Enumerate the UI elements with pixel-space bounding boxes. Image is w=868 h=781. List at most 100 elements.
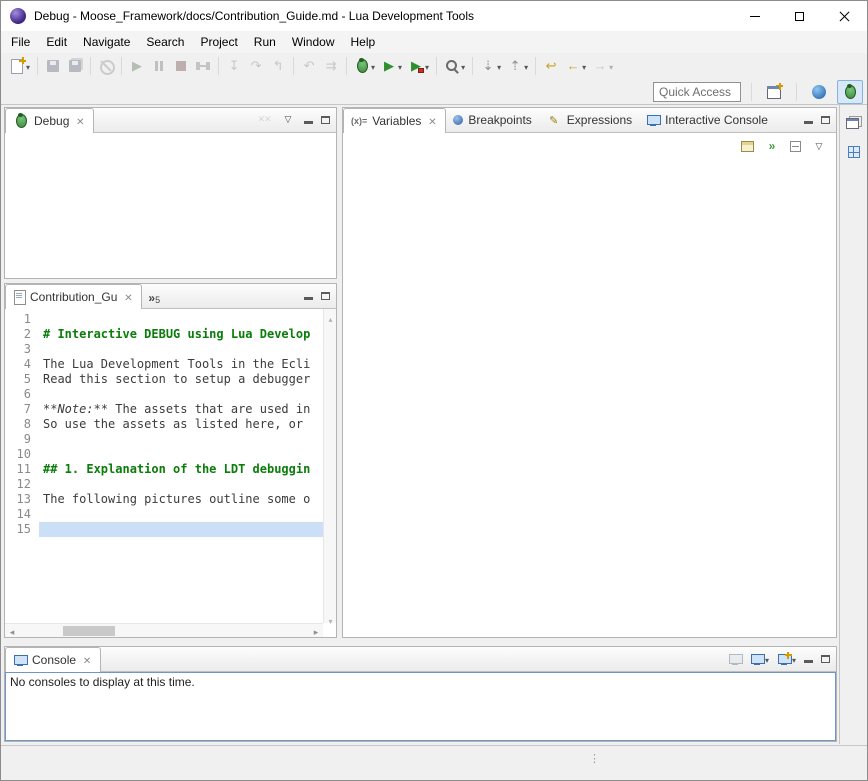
window-minimize-button[interactable] [732, 1, 777, 31]
quick-access-input[interactable] [653, 82, 741, 102]
line-number[interactable]: 9 [5, 432, 39, 447]
close-icon[interactable] [122, 290, 134, 304]
save-button[interactable] [42, 55, 64, 77]
window-maximize-button[interactable] [777, 1, 822, 31]
use-step-filters-button[interactable]: ⇉ [320, 55, 342, 77]
new-dropdown-icon[interactable] [26, 57, 30, 75]
collapse-all-button[interactable] [787, 135, 804, 157]
line-number[interactable]: 11 [5, 462, 39, 477]
run-dropdown-icon[interactable] [398, 57, 402, 75]
line-number[interactable]: 7 [5, 402, 39, 417]
tab-contribution-guide[interactable]: Contribution_Gu [5, 284, 142, 309]
step-return-button[interactable]: ↰ [267, 55, 289, 77]
console-maximize-button[interactable] [818, 648, 833, 670]
suspend-button[interactable] [148, 55, 170, 77]
menu-navigate[interactable]: Navigate [75, 31, 138, 53]
close-icon[interactable] [74, 114, 86, 128]
external-tools-dropdown-icon[interactable] [425, 57, 429, 75]
menu-file[interactable]: File [3, 31, 38, 53]
tab-expressions[interactable]: Expressions [539, 108, 639, 132]
open-console-dropdown-icon[interactable] [792, 650, 796, 668]
editor-horizontal-scrollbar[interactable] [5, 623, 323, 637]
back-dropdown-icon[interactable] [582, 57, 586, 75]
scroll-up-icon[interactable] [324, 309, 337, 321]
line-number[interactable]: 8 [5, 417, 39, 432]
variables-minimize-button[interactable] [801, 109, 816, 131]
skip-all-breakpoints-button[interactable] [95, 55, 117, 77]
editor-minimize-button[interactable] [301, 285, 316, 307]
scroll-right-icon[interactable] [309, 624, 323, 637]
forward-dropdown-icon[interactable] [609, 57, 613, 75]
menu-help[interactable]: Help [343, 31, 384, 53]
previous-annotation-dropdown-icon[interactable] [524, 57, 528, 75]
remove-all-terminated-button[interactable] [253, 109, 275, 131]
close-icon[interactable] [81, 653, 93, 667]
editor-vertical-scrollbar[interactable] [323, 309, 336, 623]
resume-button[interactable]: ▶ [126, 55, 148, 77]
editor-text-area[interactable]: 1 2# Interactive DEBUG using Lua Develop… [5, 309, 323, 623]
disconnect-button[interactable] [192, 55, 214, 77]
editor-tab-overflow[interactable]: » 5 [142, 291, 166, 308]
drop-to-frame-button[interactable]: ↶ [298, 55, 320, 77]
tab-breakpoints[interactable]: Breakpoints [446, 108, 538, 132]
line-number[interactable]: 12 [5, 477, 39, 492]
debug-minimize-button[interactable] [301, 109, 316, 131]
display-selected-console-button[interactable] [747, 648, 772, 670]
last-edit-location-button[interactable]: ↩ [540, 55, 562, 77]
scroll-down-icon[interactable] [324, 611, 337, 623]
run-launch-button[interactable]: ▶ [378, 55, 405, 77]
tab-console[interactable]: Console [5, 647, 101, 672]
pin-console-button[interactable] [725, 648, 745, 670]
line-number[interactable]: 13 [5, 492, 39, 507]
next-annotation-button[interactable]: ⇣ [477, 55, 504, 77]
scroll-left-icon[interactable] [5, 624, 19, 637]
menu-run[interactable]: Run [246, 31, 284, 53]
debug-maximize-button[interactable] [318, 109, 333, 131]
debug-tree-area[interactable] [5, 133, 336, 278]
line-number[interactable]: 2 [5, 327, 39, 342]
external-tools-button[interactable]: ▶ [405, 55, 432, 77]
line-number[interactable]: 3 [5, 342, 39, 357]
new-wizard-button[interactable] [6, 55, 33, 77]
line-number[interactable]: 6 [5, 387, 39, 402]
editor-maximize-button[interactable] [318, 285, 333, 307]
drag-handle-icon[interactable] [589, 752, 600, 765]
tab-interactive-console[interactable]: Interactive Console [639, 108, 775, 132]
line-number[interactable]: 14 [5, 507, 39, 522]
line-number[interactable]: 4 [5, 357, 39, 372]
console-minimize-button[interactable] [801, 648, 816, 670]
open-console-button[interactable] [774, 648, 799, 670]
search-dropdown-icon[interactable] [461, 57, 465, 75]
scrollbar-thumb[interactable] [63, 626, 115, 636]
menu-project[interactable]: Project [192, 31, 245, 53]
step-over-button[interactable]: ↷ [245, 55, 267, 77]
tab-debug[interactable]: Debug [5, 108, 94, 133]
terminate-button[interactable] [170, 55, 192, 77]
variables-view-menu-button[interactable] [808, 135, 830, 157]
debug-dropdown-icon[interactable] [371, 57, 375, 75]
menu-search[interactable]: Search [138, 31, 192, 53]
next-annotation-dropdown-icon[interactable] [497, 57, 501, 75]
show-type-names-button[interactable] [738, 135, 757, 157]
show-logical-structures-button[interactable] [761, 135, 783, 157]
close-icon[interactable] [426, 114, 438, 128]
debug-view-menu-button[interactable] [277, 109, 299, 131]
tab-variables[interactable]: (x)= Variables [343, 108, 446, 133]
forward-button[interactable]: → [589, 55, 616, 77]
debug-perspective-button[interactable] [837, 80, 863, 104]
line-number[interactable]: 15 [5, 522, 39, 537]
previous-annotation-button[interactable]: ⇡ [504, 55, 531, 77]
debug-launch-button[interactable] [351, 55, 378, 77]
line-number[interactable]: 10 [5, 447, 39, 462]
menu-window[interactable]: Window [284, 31, 343, 53]
open-perspective-button[interactable] [762, 80, 786, 104]
save-all-button[interactable] [64, 55, 86, 77]
lua-perspective-button[interactable] [807, 80, 831, 104]
minimized-view-button[interactable] [845, 141, 863, 163]
menu-edit[interactable]: Edit [38, 31, 75, 53]
restore-views-button[interactable] [843, 111, 864, 133]
line-number[interactable]: 5 [5, 372, 39, 387]
display-console-dropdown-icon[interactable] [765, 650, 769, 668]
search-button[interactable] [441, 55, 468, 77]
variables-maximize-button[interactable] [818, 109, 833, 131]
